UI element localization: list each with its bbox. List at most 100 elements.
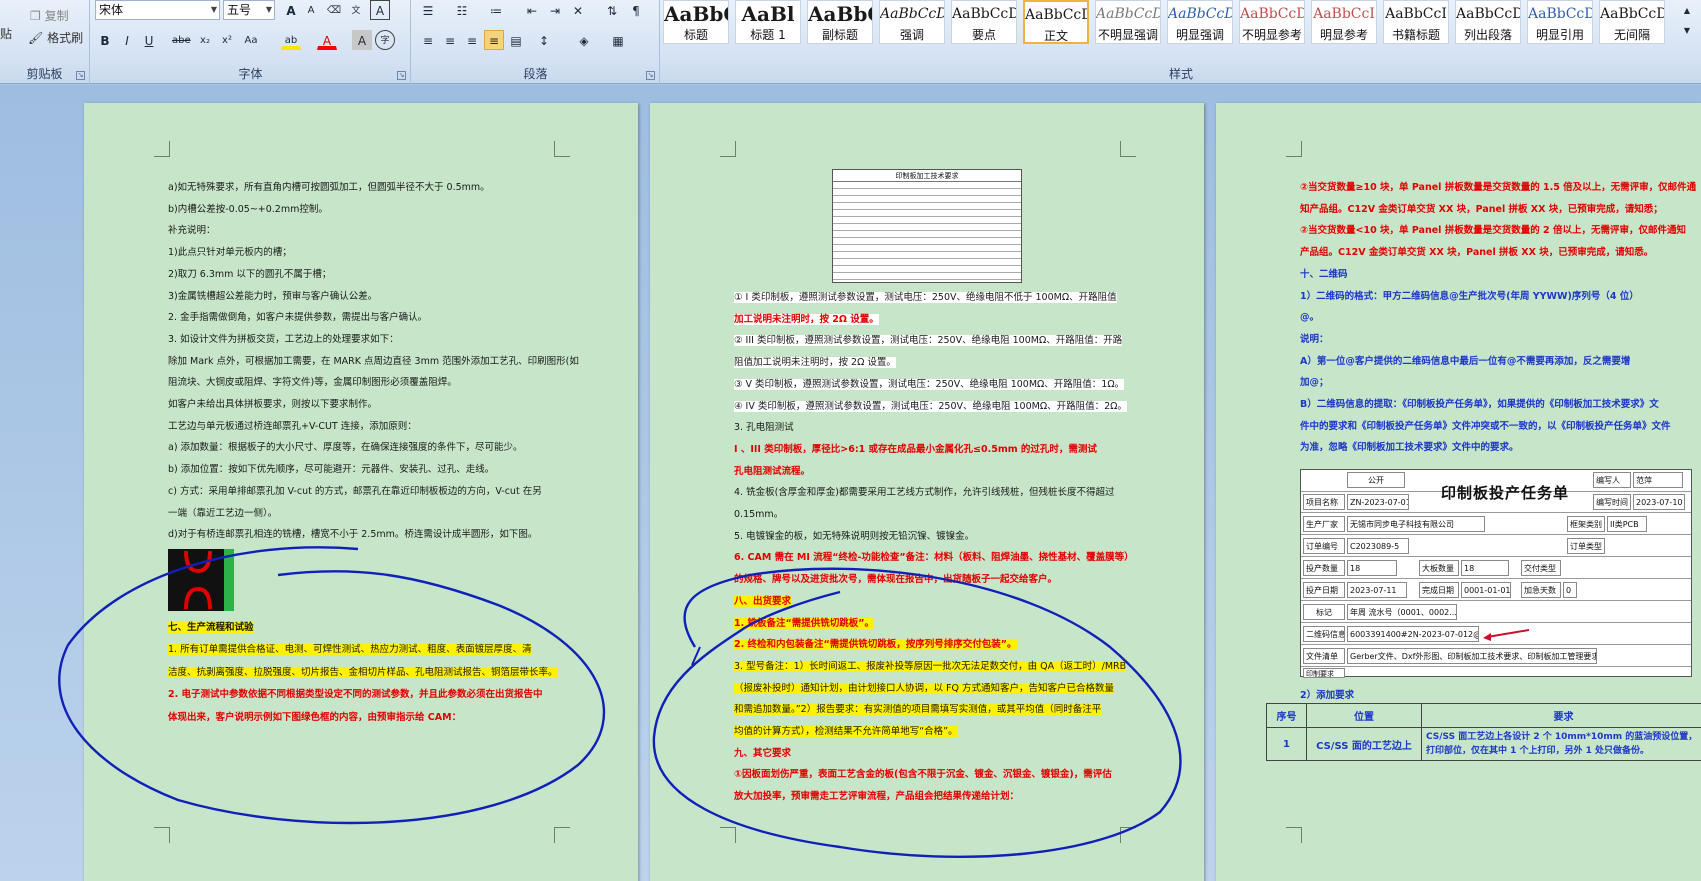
- numbering-icon[interactable]: ☷: [452, 0, 472, 20]
- text-run: 6. CAM 需在 MI 流程“终检-功能检查”备注：材料（板料、阻焊油墨、挠性…: [734, 552, 1134, 564]
- char-border-icon[interactable]: A: [370, 0, 390, 20]
- text-run: 如客户未给出具体拼板要求，则按以下要求制作。: [168, 399, 378, 410]
- text-run: ① I 类印制板，遵照测试参数设置，测试电压：250V、绝缘电阻不低于 100M…: [734, 292, 1117, 303]
- document-area[interactable]: a)如无特殊要求，所有直角内槽可按圆弧加工，但圆弧半径不大于 0.5mm。 b)内…: [0, 85, 1701, 881]
- distributed-icon[interactable]: ▤: [506, 30, 526, 50]
- text-line: b) 添加位置：按如下优先顺序，尽可能避开：元器件、安装孔、过孔、走线。: [168, 463, 494, 476]
- style-tile[interactable]: AaBbCcDc 列出段落: [1455, 0, 1521, 44]
- arrow-annotation-icon: [1483, 629, 1530, 641]
- style-tile[interactable]: AaBbCcDc 无间隔: [1599, 0, 1665, 44]
- sort-icon[interactable]: ⇅: [602, 0, 622, 20]
- style-tile[interactable]: AaBbCcI 书籍标题: [1383, 0, 1449, 44]
- styles-group: AaBbC标题AaBl标题 1AaBbC副标题AaBbCcDc强调AaBbCcD…: [661, 0, 1701, 84]
- justify-icon[interactable]: ≡: [484, 30, 504, 50]
- borders-icon[interactable]: ▦: [608, 30, 628, 50]
- style-sample: AaBbC: [808, 2, 872, 26]
- style-sample: AaBbCcD: [1240, 6, 1304, 22]
- underline-button[interactable]: U: [139, 30, 159, 50]
- align-center-icon[interactable]: ≡: [440, 30, 460, 50]
- ts-row-maker: 生产厂家 无锡市同步电子科技有限公司 框架类别 II类PCB: [1301, 514, 1691, 535]
- style-tile[interactable]: AaBbC 副标题: [807, 0, 873, 44]
- font-size-select[interactable]: 五号 ▼: [223, 0, 275, 20]
- phonetic-guide-icon[interactable]: 文: [346, 0, 366, 20]
- form-row: [833, 196, 1021, 203]
- shrink-font-icon[interactable]: A: [301, 0, 321, 20]
- req-col-position: 位置: [1306, 703, 1422, 728]
- show-marks-icon[interactable]: ¶: [626, 0, 646, 20]
- text-run: @。: [1300, 312, 1320, 324]
- paragraph-launcher-icon[interactable]: ↘: [646, 71, 655, 80]
- char-shading-icon[interactable]: A: [352, 30, 372, 50]
- text-run: 九、其它要求: [734, 747, 792, 759]
- style-tile[interactable]: AaBbCcDc 强调: [879, 0, 945, 44]
- form-row: [833, 252, 1021, 259]
- style-tile[interactable]: AaBbCcDc 明显强调: [1167, 0, 1233, 44]
- style-tile[interactable]: AaBbCcDc 正文: [1023, 0, 1089, 44]
- align-right-icon[interactable]: ≡: [462, 30, 482, 50]
- align-left-icon[interactable]: ≡: [418, 30, 438, 50]
- superscript-button[interactable]: x²: [217, 30, 237, 50]
- text-line: 八、出货要求: [734, 595, 792, 608]
- style-tile[interactable]: AaBbCcDc 明显引用: [1527, 0, 1593, 44]
- copy-button[interactable]: ❐ 复制: [30, 6, 69, 26]
- text-line: 体现出来，客户说明示例如下图绿色框的内容，由预审指示给 CAM：: [168, 711, 461, 724]
- chinese-layout-icon[interactable]: ✕: [568, 0, 588, 20]
- ts-board-type-value: II类PCB: [1607, 516, 1647, 532]
- req-cell-no: 1: [1266, 727, 1307, 761]
- gallery-scroll-down-icon[interactable]: ▼: [1677, 20, 1697, 40]
- style-tile[interactable]: AaBbCcDc 不明显强调: [1095, 0, 1161, 44]
- ts-order-value: C2023089-5: [1347, 538, 1409, 554]
- clear-format-icon[interactable]: ⌫: [324, 0, 344, 20]
- text-run: （报废补投时）通知计划，由计划接口人协调，以 FQ 方式通知客户，告知客户已合格…: [734, 682, 1114, 694]
- decrease-indent-icon[interactable]: ⇤: [522, 0, 542, 20]
- ts-row-order: 订单编号 C2023089-5 订单类型: [1301, 536, 1691, 557]
- form-row: [833, 217, 1021, 224]
- multilevel-list-icon[interactable]: ≔: [486, 0, 506, 20]
- ts-date-label: 投产日期: [1303, 582, 1345, 598]
- shading-icon[interactable]: ◈: [574, 30, 594, 50]
- font-launcher-icon[interactable]: ↘: [397, 71, 406, 80]
- style-tile[interactable]: AaBbC 标题: [663, 0, 729, 44]
- highlight-color-icon[interactable]: ab: [281, 30, 301, 50]
- req-table-header: 序号 位置 要求: [1266, 703, 1701, 728]
- crop-mark: [720, 827, 736, 843]
- style-tile[interactable]: AaBl 标题 1: [735, 0, 801, 44]
- change-case-button[interactable]: Aa: [241, 30, 261, 50]
- text-line: 加@；: [1300, 376, 1329, 389]
- paste-button[interactable]: 贴: [0, 24, 12, 44]
- subscript-button[interactable]: x₂: [195, 30, 215, 50]
- page-1[interactable]: a)如无特殊要求，所有直角内槽可按圆弧加工，但圆弧半径不大于 0.5mm。 b)内…: [84, 103, 638, 881]
- style-tile[interactable]: AaBbCcD 不明显参考: [1239, 0, 1305, 44]
- text-line: 2. 电子测试中参数依据不同根据类型设定不同的测试参数，并且此参数必须在出货报告…: [168, 688, 543, 701]
- format-painter-button[interactable]: 🖌 格式刷: [28, 28, 83, 48]
- strikethrough-button[interactable]: abe: [171, 30, 191, 50]
- italic-button[interactable]: I: [117, 30, 137, 50]
- text-line: 一端（靠近工艺边一侧）。: [168, 507, 277, 520]
- font-size-value: 五号: [227, 3, 252, 17]
- req-cell-requirement: CS/SS 面工艺边上各设计 2 个 10mm*10mm 的蓝油预设位置， 打印…: [1421, 727, 1701, 761]
- text-run: 八、出货要求: [734, 595, 792, 607]
- line-spacing-icon[interactable]: ↕: [534, 30, 554, 50]
- ribbon: 贴 ❐ 复制 🖌 格式刷 剪贴板 ↘ 宋体 ▼ 五号 ▼ A A ⌫ 文 A B…: [0, 0, 1701, 84]
- grow-font-icon[interactable]: A: [281, 0, 301, 20]
- text-line: ②当交货数量≥10 块，单 Panel 拼板数量是交货数量的 1.5 倍及以上，…: [1300, 181, 1696, 194]
- page-2[interactable]: 印制板加工技术要求 ① I 类印制板，遵照测试参数设置，测试电压：250V、绝缘…: [650, 103, 1204, 881]
- style-sample: AaBbCcI: [1385, 6, 1447, 22]
- text-line: ②当交货数量<10 块，单 Panel 拼板数量是交货数量的 2 倍以上，无需评…: [1300, 224, 1686, 237]
- text-run: b)内槽公差按-0.05~+0.2mm控制。: [168, 203, 328, 215]
- style-tile[interactable]: AaBbCcD 要点: [951, 0, 1017, 44]
- font-family-select[interactable]: 宋体 ▼: [95, 0, 220, 20]
- clipboard-launcher-icon[interactable]: ↘: [76, 71, 85, 80]
- bold-button[interactable]: B: [95, 30, 115, 50]
- text-line: 十、二维码: [1300, 268, 1348, 281]
- bullets-icon[interactable]: ☰: [418, 0, 438, 20]
- style-tile[interactable]: AaBbCcI 明显参考: [1311, 0, 1377, 44]
- font-color-icon[interactable]: A: [317, 30, 337, 50]
- page-3[interactable]: ②当交货数量≥10 块，单 Panel 拼板数量是交货数量的 1.5 倍及以上，…: [1216, 103, 1701, 881]
- gallery-scroll-up-icon[interactable]: ▲: [1677, 0, 1697, 20]
- enclose-characters-icon[interactable]: 字: [375, 30, 395, 50]
- increase-indent-icon[interactable]: ⇥: [545, 0, 565, 20]
- text-run: 件中的要求和《印制板投产任务单》文件冲突或不一致的，以《印制板投产任务单》文件: [1300, 420, 1671, 432]
- bridge-slot-shape: [184, 549, 234, 611]
- style-sample: AaBbCcDc: [1025, 7, 1087, 23]
